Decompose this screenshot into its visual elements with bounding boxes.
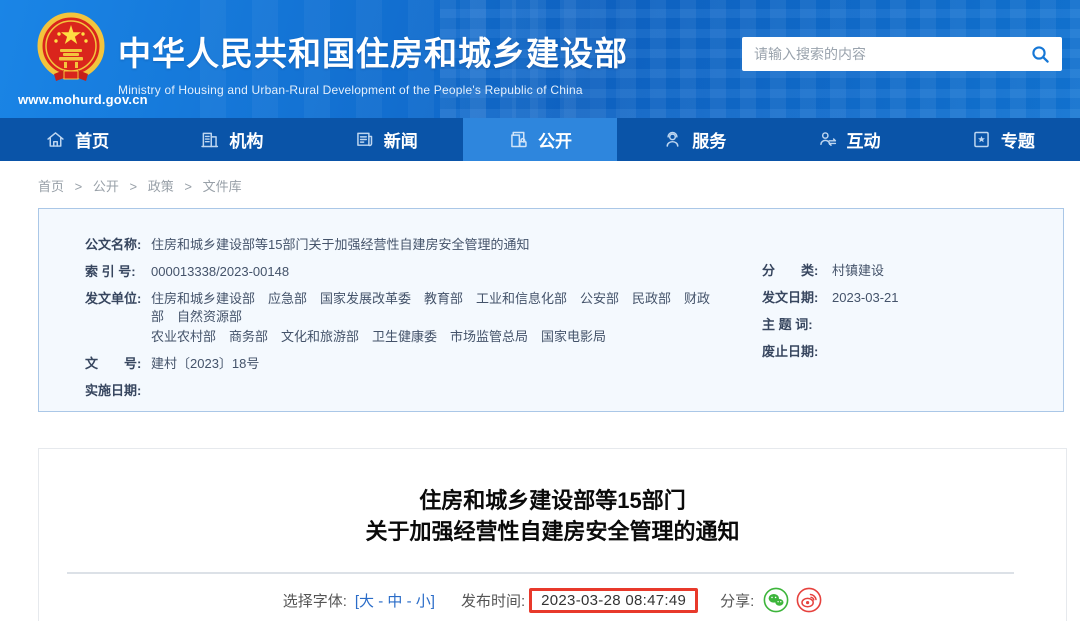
info-label: 索 引 号: (85, 264, 136, 279)
info-value: 住房和城乡建设部 应急部 国家发展改革委 教育部 工业和信息化部 公安部 民政部… (151, 291, 711, 324)
article-title-line1: 住房和城乡建设部等15部门 (419, 488, 686, 513)
info-value: 建村〔2023〕18号 (151, 356, 260, 371)
nav-item-news[interactable]: 新闻 (309, 118, 463, 161)
info-value: 农业农村部 商务部 文化和旅游部 卫生健康委 市场监管总局 国家电影局 (151, 329, 607, 344)
nav-label: 新闻 (383, 132, 418, 151)
info-label: 发文日期: (762, 290, 819, 305)
nav-item-topics[interactable]: 专题 (926, 118, 1080, 161)
info-value: 000013338/2023-00148 (151, 264, 290, 279)
site-title-english: Ministry of Housing and Urban-Rural Deve… (118, 83, 583, 97)
weibo-share-icon[interactable] (796, 587, 822, 613)
publish-time-label: 发布时间: (460, 592, 526, 610)
info-label: 公文名称: (85, 237, 142, 252)
site-title-block: 中华人民共和国住房和城乡建设部 Ministry of Housing and … (118, 27, 628, 97)
page: www.mohurd.gov.cn 中华人民共和国住房和城乡建设部 Minist… (0, 0, 1080, 621)
main-nav: 首页 机构 新闻 公开 服务 互动 专题 (0, 118, 1080, 161)
article-meta-bar: 选择字体: [大 - 中 - 小] 发布时间: 2023-03-28 08:47… (39, 587, 1066, 613)
nav-item-home[interactable]: 首页 (0, 118, 154, 161)
article-title: 住房和城乡建设部等15部门 关于加强经营性自建房安全管理的通知 (39, 485, 1066, 547)
info-row-subject-words: 主 题 词: (762, 316, 899, 334)
breadcrumb-disclosure[interactable]: 公开 (93, 179, 119, 194)
info-row-repeal-date: 废止日期: (762, 343, 899, 361)
nav-label: 服务 (692, 132, 727, 151)
info-label: 废止日期: (762, 344, 819, 359)
font-size-large[interactable]: 大 (359, 593, 374, 610)
info-value: 村镇建设 (832, 263, 885, 278)
search-box (742, 37, 1062, 71)
nav-label: 互动 (846, 132, 881, 151)
nav-label: 机构 (229, 132, 264, 151)
breadcrumb: 首页 > 公开 > 政策 > 文件库 (0, 161, 1080, 196)
nav-label: 公开 (537, 132, 572, 151)
info-label: 分 类: (762, 263, 819, 278)
article-card: 住房和城乡建设部等15部门 关于加强经营性自建房安全管理的通知 选择字体: [大… (38, 448, 1067, 621)
document-info-card: 公文名称: 住房和城乡建设部等15部门关于加强经营性自建房安全管理的通知 索 引… (38, 208, 1064, 412)
info-value: 2023-03-21 (832, 290, 899, 305)
service-person-icon (666, 131, 679, 147)
site-title-chinese: 中华人民共和国住房和城乡建设部 (118, 35, 628, 72)
info-label: 文 号: (85, 356, 142, 371)
font-size-separator: - (374, 592, 388, 610)
site-header: www.mohurd.gov.cn 中华人民共和国住房和城乡建设部 Minist… (0, 0, 1080, 118)
document-lock-icon (511, 131, 527, 148)
info-row-effective-date: 实施日期: (85, 382, 1041, 400)
share-label: 分享: (720, 592, 755, 610)
info-label (85, 328, 151, 346)
info-label: 实施日期: (85, 383, 142, 398)
font-selector-label: 选择字体: (282, 592, 347, 610)
article-title-line2: 关于加强经营性自建房安全管理的通知 (365, 519, 740, 544)
newspaper-icon (356, 132, 372, 147)
home-icon (47, 132, 64, 147)
document-info-right-column: 分 类: 村镇建设 发文日期: 2023-03-21 主 题 词: 废止日期: (762, 262, 899, 370)
wechat-share-icon[interactable] (763, 587, 789, 613)
nav-item-services[interactable]: 服务 (617, 118, 771, 161)
font-size-medium[interactable]: 中 (387, 593, 402, 610)
person-arrows-icon (819, 132, 836, 146)
nav-item-organization[interactable]: 机构 (154, 118, 308, 161)
info-label: 发文单位: (85, 291, 142, 306)
font-size-separator: - (402, 592, 416, 610)
font-size-small[interactable]: 小 (416, 593, 431, 610)
nav-item-disclosure[interactable]: 公开 (462, 118, 618, 161)
nav-label: 首页 (75, 132, 110, 151)
building-icon (201, 132, 219, 148)
search-input[interactable] (754, 46, 1030, 62)
info-row-category: 分 类: 村镇建设 (762, 262, 899, 280)
info-row-issue-date: 发文日期: 2023-03-21 (762, 289, 899, 307)
nav-item-interaction[interactable]: 互动 (771, 118, 925, 161)
breadcrumb-separator: > (129, 179, 138, 194)
search-icon[interactable] (1030, 44, 1050, 64)
nav-label: 专题 (1000, 132, 1035, 151)
breadcrumb-policy[interactable]: 政策 (148, 179, 174, 194)
font-selector: [大 - 中 - 小] (355, 590, 435, 611)
breadcrumb-home[interactable]: 首页 (38, 179, 64, 194)
breadcrumb-separator: > (74, 179, 83, 194)
breadcrumb-library[interactable]: 文件库 (203, 179, 242, 194)
bracket-close: ] (430, 592, 435, 610)
info-row-doc-name: 公文名称: 住房和城乡建设部等15部门关于加强经营性自建房安全管理的通知 (85, 236, 1041, 254)
share-icons (763, 587, 822, 613)
info-value: 住房和城乡建设部等15部门关于加强经营性自建房安全管理的通知 (151, 237, 530, 252)
title-divider (67, 572, 1014, 574)
star-badge-icon (974, 131, 989, 148)
national-emblem-logo (37, 12, 105, 81)
breadcrumb-separator: > (184, 179, 192, 194)
info-label: 主 题 词: (762, 317, 813, 332)
publish-time-value-highlighted: 2023-03-28 08:47:49 (529, 587, 699, 613)
